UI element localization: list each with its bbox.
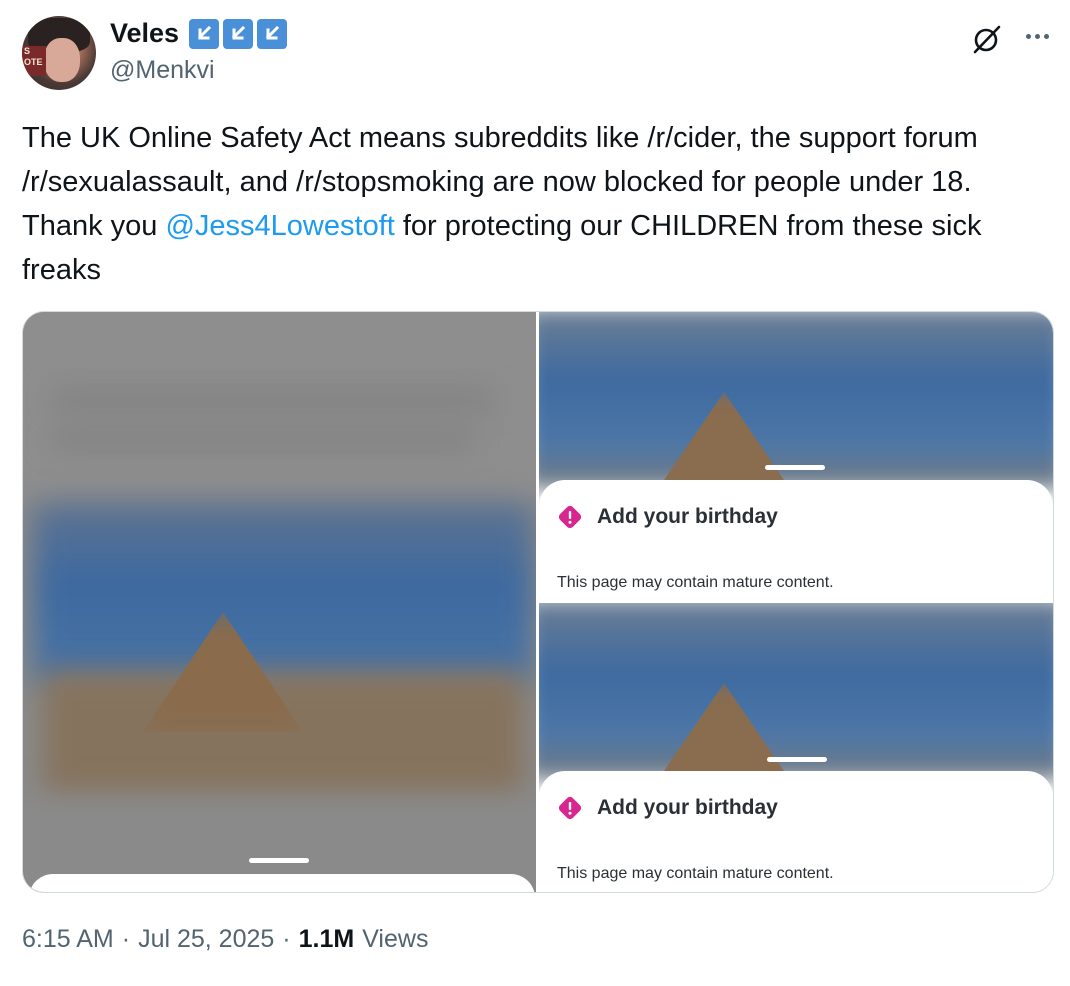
tweet-date[interactable]: Jul 25, 2025 (138, 925, 274, 954)
tweet: S OTE Veles @Menkvi The UK Online Safety… (0, 0, 1070, 986)
views-count[interactable]: 1.1M (299, 925, 355, 954)
warning-icon (557, 795, 583, 821)
tweet-text: The UK Online Safety Act means subreddit… (22, 116, 1058, 292)
mention-link[interactable]: @Jess4Lowestoft (165, 210, 394, 242)
more-options-icon[interactable] (1020, 22, 1054, 50)
bottom-sheet: Add your birthday This page may contain … (539, 480, 1053, 601)
sheet-title-row: Add your birthday (557, 504, 778, 530)
media-image-right-bottom[interactable]: Add your birthday This page may contain … (539, 603, 1053, 892)
sheet-handle[interactable] (767, 757, 827, 762)
warning-icon (557, 504, 583, 530)
tweet-meta: 6:15 AM · Jul 25, 2025 · 1.1M Views (22, 925, 428, 954)
media-grid: Add your birthday This page may contain … (22, 311, 1054, 893)
sheet-title: Add your birthday (597, 505, 778, 528)
avatar-face (44, 38, 80, 82)
meta-separator: · (121, 925, 131, 953)
sheet-handle[interactable] (765, 465, 825, 470)
avatar-sign-text: S OTE (22, 46, 46, 76)
author-name-row: Veles (110, 18, 288, 49)
dot (1034, 33, 1040, 39)
meta-separator: · (282, 925, 291, 953)
dot (1043, 33, 1049, 39)
avatar[interactable]: S OTE (22, 16, 96, 90)
sheet-description: This page may contain mature content. (557, 865, 834, 882)
bottom-sheet (29, 874, 535, 892)
sheet-description: This page may contain mature content. (557, 574, 834, 591)
arrow-down-left-icon (257, 18, 288, 49)
sheet-handle[interactable] (249, 858, 309, 863)
dot (1025, 33, 1031, 39)
author-handle[interactable]: @Menkvi (110, 56, 215, 85)
sheet-title-row: Add your birthday (557, 795, 778, 821)
tweet-time[interactable]: 6:15 AM (22, 925, 114, 954)
grok-icon[interactable] (970, 22, 1004, 56)
views-label[interactable]: Views (362, 925, 428, 954)
media-image-right-top[interactable]: Add your birthday This page may contain … (539, 312, 1053, 601)
bottom-sheet: Add your birthday This page may contain … (539, 771, 1053, 892)
arrow-down-left-icon (223, 18, 254, 49)
display-name[interactable]: Veles (110, 18, 179, 49)
sheet-title: Add your birthday (597, 796, 778, 819)
media-image-left[interactable] (23, 312, 536, 892)
arrow-down-left-icon (189, 18, 220, 49)
